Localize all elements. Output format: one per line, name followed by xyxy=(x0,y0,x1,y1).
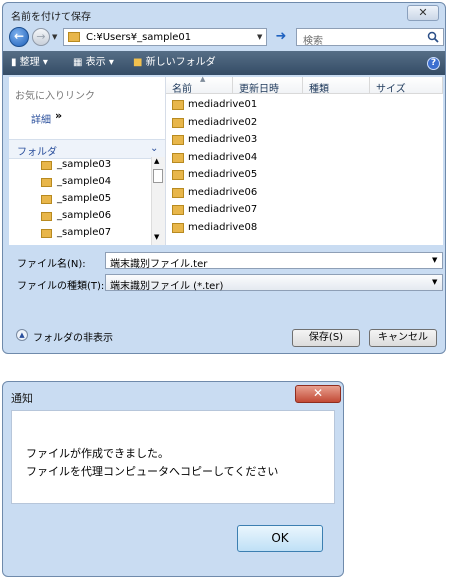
view-label: 表示 xyxy=(85,57,106,68)
navigation-pane: お気に入りリンク 詳細 » フォルダ ⌄ _sample03 _sample04… xyxy=(9,77,166,245)
file-list: 名前 ▲ 更新日時 種類 サイズ mediadrive01 mediadrive… xyxy=(166,75,443,245)
folder-icon xyxy=(68,32,80,42)
sort-arrow-icon: ▲ xyxy=(200,75,206,83)
folder-icon xyxy=(172,118,184,128)
new-folder-button[interactable]: ■ 新しいフォルダ xyxy=(133,56,216,70)
notice-dialog: 通知 ✕ ファイルが作成できました。 ファイルを代理コンピュータへコピーしてくだ… xyxy=(2,381,344,577)
file-name: mediadrive04 xyxy=(188,152,258,163)
message-line-1: ファイルが作成できました。 xyxy=(26,447,169,460)
details-link[interactable]: 詳細 xyxy=(31,111,51,126)
filename-field[interactable]: 端末識別ファイル.ter ▼ xyxy=(105,252,443,270)
organize-label: 整理 xyxy=(19,57,40,68)
history-dropdown-icon[interactable]: ▼ xyxy=(52,33,57,41)
folders-label: フォルダ xyxy=(17,147,57,158)
help-icon[interactable]: ? xyxy=(427,57,440,70)
folder-icon xyxy=(41,195,52,204)
cancel-button[interactable]: キャンセル xyxy=(369,329,437,347)
close-button[interactable]: ✕ xyxy=(295,385,341,403)
new-folder-icon: ■ xyxy=(133,57,143,68)
tree-item-label: _sample03 xyxy=(57,159,112,170)
save-button[interactable]: 保存(S) xyxy=(292,329,360,347)
folder-icon xyxy=(41,178,52,187)
search-input[interactable]: 検索 xyxy=(296,28,444,47)
chevron-down-icon[interactable]: ▼ xyxy=(432,278,437,286)
column-header-size[interactable]: サイズ xyxy=(370,77,443,95)
tree-item-label: _sample05 xyxy=(57,193,112,204)
back-arrow-icon[interactable]: ← xyxy=(9,27,29,47)
column-label: 更新日時 xyxy=(239,84,279,95)
file-name: mediadrive06 xyxy=(188,187,258,198)
file-name: mediadrive01 xyxy=(188,99,258,110)
favorite-links-label[interactable]: お気に入りリンク xyxy=(15,87,95,102)
file-name: mediadrive03 xyxy=(188,134,258,145)
address-bar[interactable]: C:¥Users¥_sample01 ▼ xyxy=(63,28,267,46)
folder-icon xyxy=(172,170,184,180)
scroll-thumb[interactable] xyxy=(153,169,163,183)
message-line-2: ファイルを代理コンピュータへコピーしてください xyxy=(26,465,279,478)
filetype-label: ファイルの種類(T): xyxy=(17,281,105,292)
folder-icon xyxy=(41,212,52,221)
filename-label: ファイル名(N): xyxy=(17,259,86,270)
folder-icon xyxy=(172,153,184,163)
column-header-modified[interactable]: 更新日時 xyxy=(233,77,303,95)
view-menu[interactable]: ▦ 表示 ▾ xyxy=(73,56,114,70)
file-name: mediadrive05 xyxy=(188,169,258,180)
folder-icon xyxy=(172,100,184,110)
new-folder-label: 新しいフォルダ xyxy=(145,57,216,68)
collapse-up-icon[interactable]: ▲ xyxy=(16,329,28,341)
forward-arrow-icon[interactable]: → xyxy=(32,28,50,46)
search-placeholder: 検索 xyxy=(303,36,323,47)
close-button[interactable]: ✕ xyxy=(407,5,439,21)
column-label: 名前 xyxy=(172,84,192,95)
double-chevron-icon[interactable]: » xyxy=(55,109,62,122)
organize-menu[interactable]: ▮ 整理 ▾ xyxy=(11,56,48,70)
tree-item-label: _sample07 xyxy=(57,227,112,238)
folder-icon xyxy=(41,229,52,238)
folder-icon xyxy=(172,135,184,145)
file-name: mediadrive07 xyxy=(188,204,258,215)
tree-scrollbar[interactable]: ▲ ▼ xyxy=(151,157,165,245)
column-header-type[interactable]: 種類 xyxy=(303,77,370,95)
organize-icon: ▮ xyxy=(11,57,17,68)
ok-button[interactable]: OK xyxy=(237,525,323,552)
view-grid-icon: ▦ xyxy=(73,57,83,68)
tree-item-label: _sample06 xyxy=(57,210,112,221)
go-arrow-icon[interactable]: ➜ xyxy=(271,28,291,46)
column-label: 種類 xyxy=(309,84,329,95)
file-name: mediadrive02 xyxy=(188,117,258,128)
column-header-name[interactable]: 名前 ▲ xyxy=(166,75,233,95)
scroll-up-icon[interactable]: ▲ xyxy=(154,157,159,165)
save-as-dialog: 名前を付けて保存 ✕ ← → ▼ C:¥Users¥_sample01 ▼ ➜ … xyxy=(2,2,446,354)
command-toolbar: ▮ 整理 ▾ ▦ 表示 ▾ ■ 新しいフォルダ ? xyxy=(3,51,445,75)
chevron-down-icon[interactable]: ▼ xyxy=(257,33,262,41)
address-path: C:¥Users¥_sample01 xyxy=(86,32,192,43)
folders-header[interactable]: フォルダ ⌄ xyxy=(9,139,165,159)
filetype-select[interactable]: 端末識別ファイル (*.ter) ▼ xyxy=(105,274,443,292)
chevron-down-icon[interactable]: ⌄ xyxy=(150,143,158,154)
dialog-title: 名前を付けて保存 xyxy=(11,12,91,23)
chevron-down-icon[interactable]: ▼ xyxy=(432,256,437,264)
column-label: サイズ xyxy=(376,84,406,95)
file-name: mediadrive08 xyxy=(188,222,258,233)
tree-item-label: _sample04 xyxy=(57,176,112,187)
folder-icon xyxy=(41,161,52,170)
scroll-down-icon[interactable]: ▼ xyxy=(154,233,159,241)
folder-icon xyxy=(172,188,184,198)
message-area: ファイルが作成できました。 ファイルを代理コンピュータへコピーしてください xyxy=(11,410,335,504)
folder-icon xyxy=(172,223,184,233)
search-icon[interactable] xyxy=(427,31,439,43)
hide-folders-link[interactable]: フォルダの非表示 xyxy=(33,329,113,344)
filename-value: 端末識別ファイル.ter xyxy=(110,259,208,270)
folder-icon xyxy=(172,205,184,215)
filetype-value: 端末識別ファイル (*.ter) xyxy=(110,281,224,292)
title-bar: 名前を付けて保存 ✕ xyxy=(3,3,445,25)
notice-title: 通知 xyxy=(11,392,33,405)
